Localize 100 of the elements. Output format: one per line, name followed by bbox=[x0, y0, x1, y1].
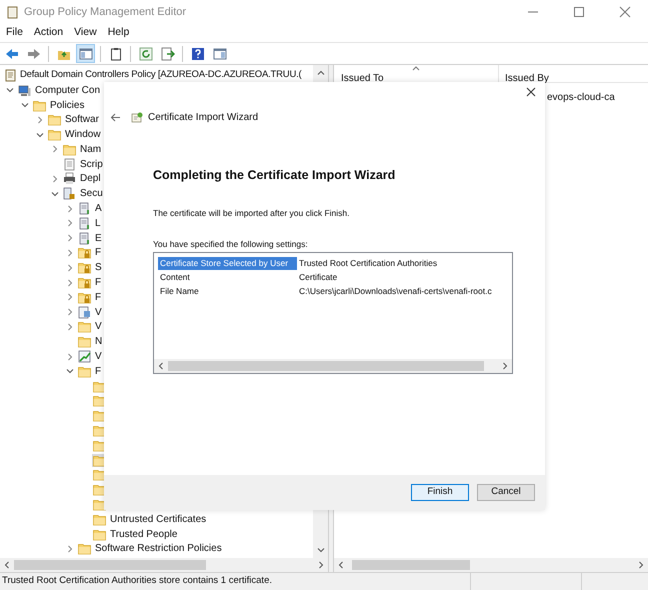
policy-scroll-icon bbox=[4, 68, 17, 82]
tree-item[interactable]: Depl bbox=[80, 171, 101, 186]
computer-icon bbox=[18, 84, 31, 97]
collapse-chevron-icon[interactable] bbox=[66, 367, 74, 376]
certificate-wizard-icon bbox=[131, 111, 144, 124]
script-document-icon bbox=[63, 158, 76, 171]
folder-icon bbox=[33, 98, 46, 112]
tree-item[interactable]: E bbox=[95, 230, 102, 246]
tree-item[interactable]: V bbox=[95, 349, 102, 364]
tree-item[interactable]: N bbox=[95, 334, 102, 350]
close-icon[interactable] bbox=[526, 87, 536, 97]
menu-item[interactable]: View bbox=[70, 25, 101, 41]
clipboard-icon bbox=[108, 46, 122, 60]
collapse-chevron-icon[interactable] bbox=[51, 190, 59, 198]
locked-server-icon bbox=[63, 187, 76, 200]
horizontal-scrollbar[interactable] bbox=[0, 558, 328, 572]
expand-chevron-icon[interactable] bbox=[66, 544, 74, 553]
expand-chevron-icon[interactable] bbox=[51, 145, 59, 154]
tree-item[interactable]: F bbox=[95, 275, 102, 290]
locked-folder-icon bbox=[78, 276, 91, 290]
folder-icon bbox=[93, 528, 106, 541]
tree-item[interactable]: Default Domain Controllers Policy [AZUREOA-DC.AZUREOA.TRUU.( bbox=[20, 68, 302, 83]
locked-folder-icon bbox=[78, 246, 91, 260]
server-icon bbox=[78, 232, 91, 245]
folder-icon bbox=[48, 113, 61, 126]
settings-label: You have specified the following settings: bbox=[153, 238, 309, 250]
sort-caret-icon bbox=[412, 66, 420, 71]
wizard-message: The certificate will be imported after you click Finish. bbox=[153, 206, 351, 220]
horizontal-scrollbar[interactable] bbox=[154, 359, 512, 374]
setting-value: Trusted Root Certification Authorities bbox=[299, 256, 438, 270]
tree-item[interactable]: F bbox=[95, 364, 102, 379]
table-cell-text: evops-cloud-ca bbox=[547, 90, 615, 104]
column-header[interactable]: Issued By bbox=[499, 65, 549, 82]
tree-item[interactable]: V bbox=[95, 319, 102, 334]
refresh-icon bbox=[138, 46, 152, 60]
status-text: Trusted Root Certification Authorities store contains 1 certificate. bbox=[1, 574, 273, 588]
expand-chevron-icon[interactable] bbox=[66, 352, 74, 361]
folder-icon bbox=[93, 468, 106, 482]
setting-name[interactable]: Certificate Store Selected by User bbox=[158, 256, 297, 270]
setting-name[interactable]: File Name bbox=[158, 284, 297, 298]
tree-item[interactable]: Untrusted Certificates bbox=[110, 512, 206, 527]
menu-item[interactable]: Help bbox=[104, 25, 134, 41]
folder-icon bbox=[93, 483, 106, 496]
export-list-icon bbox=[160, 46, 174, 60]
tree-item[interactable]: Window bbox=[65, 127, 101, 142]
scroll-down-icon[interactable] bbox=[316, 546, 324, 554]
folder-icon bbox=[93, 454, 106, 467]
help-icon bbox=[190, 46, 204, 60]
setting-value: C:\Users\jcarli\Downloads\venafi-certs\venafi-root.c bbox=[299, 284, 492, 298]
folder-icon bbox=[93, 380, 106, 393]
collapse-chevron-icon[interactable] bbox=[36, 130, 44, 139]
menu-item[interactable]: Action bbox=[30, 25, 68, 41]
scroll-left-icon[interactable] bbox=[3, 561, 11, 569]
tree-item[interactable]: S bbox=[95, 260, 102, 276]
tree-item[interactable]: Nam bbox=[80, 142, 102, 157]
tree-item[interactable]: L bbox=[95, 216, 101, 231]
expand-chevron-icon[interactable] bbox=[51, 174, 59, 183]
locked-folder-icon bbox=[78, 290, 91, 304]
setting-name[interactable]: Content bbox=[158, 270, 297, 284]
server-icon bbox=[78, 202, 91, 216]
tree-item[interactable]: Computer Con bbox=[35, 82, 100, 98]
horizontal-scrollbar[interactable] bbox=[334, 558, 648, 572]
tree-item[interactable]: F bbox=[95, 290, 102, 305]
forward-arrow-icon bbox=[26, 46, 40, 60]
scroll-up-icon[interactable] bbox=[316, 69, 324, 77]
tree-item[interactable]: Policies bbox=[50, 98, 84, 112]
scroll-left-icon[interactable] bbox=[337, 561, 345, 569]
tree-item[interactable]: Trusted People bbox=[110, 526, 178, 542]
tree-item[interactable]: Software Restriction Policies bbox=[95, 541, 222, 556]
dialog-button[interactable]: Cancel bbox=[477, 484, 535, 501]
tree-item[interactable]: Secu bbox=[80, 186, 103, 202]
tree-item[interactable]: F bbox=[95, 245, 102, 260]
chart-icon bbox=[78, 350, 91, 364]
scroll-right-icon[interactable] bbox=[317, 561, 325, 569]
back-arrow-icon[interactable] bbox=[110, 113, 121, 122]
folder-icon bbox=[93, 438, 106, 452]
scroll-right-icon[interactable] bbox=[637, 561, 645, 569]
scroll-right-icon[interactable] bbox=[501, 362, 509, 370]
expand-chevron-icon[interactable] bbox=[36, 116, 44, 124]
app-icon bbox=[6, 6, 19, 18]
tree-item[interactable]: A bbox=[95, 201, 102, 216]
wizard-title: Certificate Import Wizard bbox=[148, 111, 258, 125]
menu-item[interactable]: File bbox=[2, 25, 27, 41]
folder-icon bbox=[93, 512, 106, 526]
tree-item[interactable]: Scrip bbox=[80, 156, 103, 172]
folder-icon bbox=[93, 424, 106, 438]
tree-pane-icon bbox=[78, 46, 92, 60]
folder-icon bbox=[78, 320, 91, 334]
scroll-left-icon[interactable] bbox=[157, 362, 165, 370]
locked-folder-icon bbox=[78, 261, 91, 274]
setting-value: Certificate bbox=[299, 270, 338, 284]
settings-list[interactable]: Certificate Store Selected by User Trusted Root Certification Authorities Content Certificate File Name C:\Users\jcarli\Downloads\venafi-certs\venafi-root.c bbox=[153, 252, 513, 374]
folder-icon bbox=[78, 542, 91, 556]
tree-item[interactable]: V bbox=[95, 304, 102, 320]
toolbar-button[interactable] bbox=[76, 44, 95, 63]
server-icon bbox=[78, 216, 91, 230]
folder-icon bbox=[93, 409, 106, 422]
window-title: Group Policy Management Editor bbox=[24, 4, 186, 20]
dialog-button[interactable]: Finish bbox=[411, 484, 469, 501]
tree-item[interactable]: Softwar bbox=[65, 112, 99, 128]
